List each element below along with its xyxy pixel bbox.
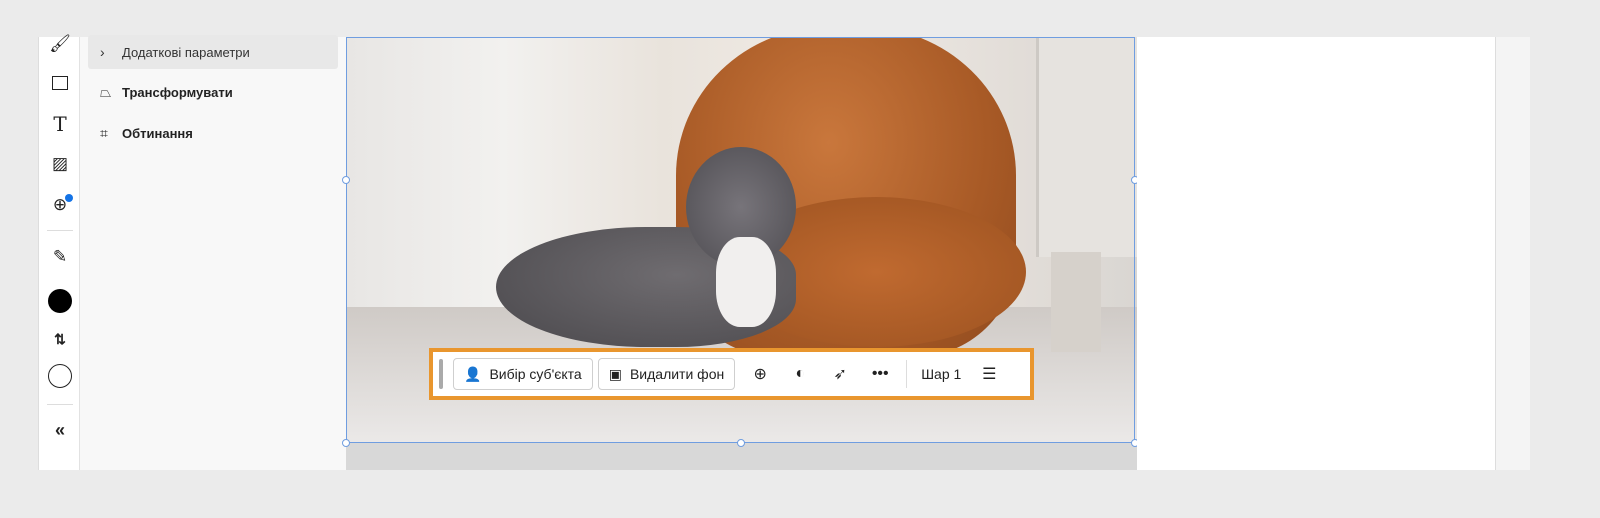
add-image-icon[interactable]: ⊕ (47, 192, 73, 218)
remove-background-label: Видалити фон (629, 366, 725, 382)
right-area (1137, 37, 1495, 470)
properties-panel: › Додаткові параметри ⏢ Трансформувати ⌗ Об… (80, 35, 346, 470)
eyedropper-icon[interactable]: ✎ (47, 244, 73, 270)
stroke-color-swatch[interactable] (47, 363, 73, 389)
drag-handle[interactable] (439, 359, 443, 389)
resize-handle[interactable] (342, 176, 350, 184)
resize-handle[interactable] (342, 439, 350, 447)
more-icon[interactable]: ••• (860, 365, 900, 383)
select-subject-label: Вибір суб'єкта (489, 366, 582, 382)
layer-button[interactable]: Шар 1 (913, 366, 969, 382)
add-image-icon[interactable]: ⊕ (740, 364, 780, 384)
adjust-contrast-icon[interactable]: ◐ (780, 365, 820, 383)
crop-label: Обтинання (122, 125, 193, 141)
more-options-label: Додаткові параметри (122, 44, 250, 60)
collapse-icon[interactable]: « (47, 417, 73, 443)
crop-icon: ⌗ (100, 124, 108, 141)
notification-dot (65, 194, 73, 202)
divider (906, 360, 908, 388)
resize-handle[interactable] (737, 439, 745, 447)
settings-sliders-icon[interactable]: ☰ (969, 364, 1009, 384)
app-window: 🖌 T ▨ ⊕ ✎ ⇅ « › Додаткові параметри ⏢ Тран… (38, 34, 1530, 470)
chevron-right-icon: › (100, 44, 105, 60)
crop-row[interactable]: ⌗ Обтинання (88, 116, 338, 150)
more-options-row[interactable]: › Додаткові параметри (88, 35, 338, 69)
stroke-color-icon (48, 364, 72, 388)
select-subject-button[interactable]: 👤 Вибір суб'єкта (453, 358, 593, 390)
divider (47, 230, 73, 231)
transform-icon: ⏢ (100, 83, 112, 100)
text-icon[interactable]: T (47, 111, 73, 137)
divider (47, 404, 73, 405)
remove-background-button[interactable]: ▣ Видалити фон (597, 358, 736, 390)
edit-image-icon[interactable]: ▨ (47, 151, 73, 177)
canvas[interactable]: 👤 Вибір суб'єкта ▣ Видалити фон ⊕ ◐ ➶ ••• … (342, 37, 1139, 470)
rectangle-icon (52, 76, 68, 90)
contextual-task-bar: 👤 Вибір суб'єкта ▣ Видалити фон ⊕ ◐ ➶ ••• … (429, 348, 1034, 400)
rectangle-tool[interactable] (47, 70, 73, 96)
fill-color-icon (48, 289, 72, 313)
fill-color-swatch[interactable] (47, 288, 73, 314)
transform-label: Трансформувати (122, 84, 233, 100)
swap-colors-icon[interactable]: ⇅ (47, 326, 73, 352)
image-icon: ▣ (608, 365, 622, 382)
brush-icon[interactable]: 🖌 (47, 31, 73, 57)
person-icon: 👤 (464, 365, 482, 382)
transform-row[interactable]: ⏢ Трансформувати (88, 75, 338, 109)
right-panel-strip (1495, 37, 1530, 470)
left-toolbar: 🖌 T ▨ ⊕ ✎ ⇅ « (38, 34, 80, 470)
rocket-icon[interactable]: ➶ (820, 364, 860, 384)
